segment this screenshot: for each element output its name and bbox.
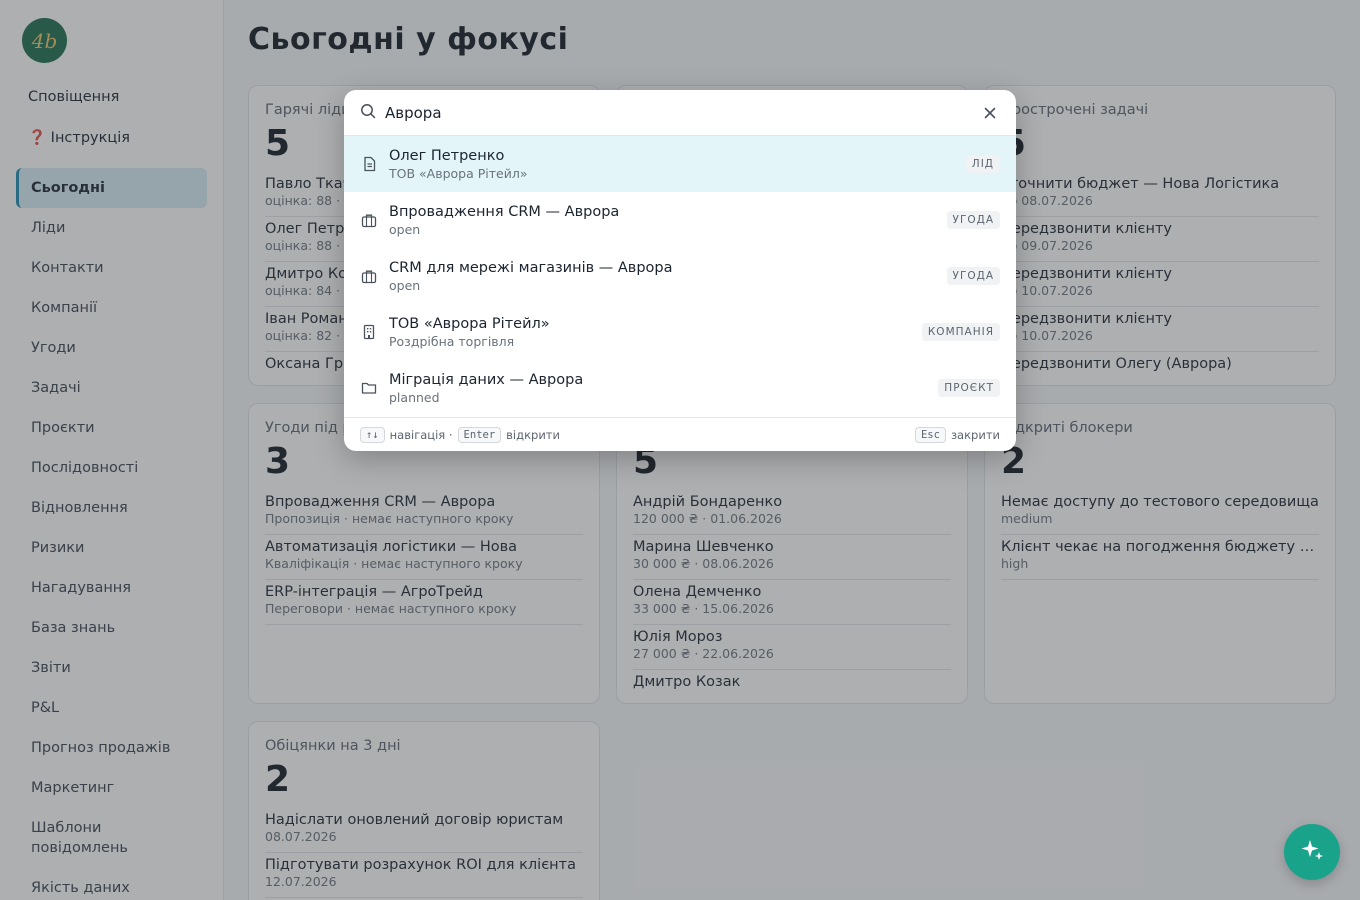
folder-icon (360, 379, 378, 397)
result-text: ТОВ «Аврора Рітейл» Роздрібна торгівля (389, 316, 922, 349)
result-text: Олег Петренко ТОВ «Аврора Рітейл» (389, 148, 966, 181)
palette-result-item[interactable]: ТОВ «Аврора Рітейл» Роздрібна торгівля КОМ… (344, 304, 1016, 360)
result-title: CRM для мережі магазинів — Аврора (389, 259, 673, 276)
result-title: ТОВ «Аврора Рітейл» (389, 315, 550, 332)
result-subtitle: open (389, 277, 421, 293)
result-subtitle: Роздрібна торгівля (389, 333, 515, 349)
result-title: Олег Петренко (389, 147, 505, 164)
palette-result-item[interactable]: Впровадження CRM — Аврора open УГОДА (344, 192, 1016, 248)
result-title: Міграція даних — Аврора (389, 371, 584, 388)
result-text: Міграція даних — Аврора planned (389, 372, 938, 405)
type-badge: КОМПАНІЯ (921, 323, 1000, 341)
palette-results: Олег Петренко ТОВ «Аврора Рітейл» ЛІД Впров… (344, 136, 1016, 416)
palette-result-item[interactable]: CRM для мережі магазинів — Аврора open УГО… (344, 248, 1016, 304)
close-icon[interactable] (980, 103, 1000, 123)
briefcase-icon (360, 211, 378, 229)
palette-result-item[interactable]: Олег Петренко ТОВ «Аврора Рітейл» ЛІД (344, 136, 1016, 192)
type-badge: ПРОЄКТ (938, 379, 1000, 397)
result-text: Впровадження CRM — Аврора open (389, 204, 947, 237)
search-icon (360, 103, 376, 123)
palette-footer: ↑↓ навігація · Enter відкрити Esc закрит… (344, 417, 1016, 451)
nav-key-hint: ↑↓ (360, 426, 385, 443)
result-title: Впровадження CRM — Аврора (389, 203, 620, 220)
type-badge: УГОДА (946, 267, 1000, 285)
command-palette: Олег ПетренкоТОВ «Аврора Рітейл»ЛІДВпров… (344, 90, 1016, 451)
enter-key-hint: Enter (457, 426, 502, 443)
open-hint-label: відкрити (506, 427, 560, 442)
result-subtitle: ТОВ «Аврора Рітейл» (389, 165, 528, 181)
result-subtitle: open (389, 221, 421, 237)
briefcase-icon (360, 267, 378, 285)
esc-key-hint: Esc (914, 426, 946, 443)
nav-hint-label: навігація · (389, 427, 453, 442)
close-hint-label: закрити (950, 427, 1000, 442)
result-text: CRM для мережі магазинів — Аврора open (389, 260, 947, 293)
result-subtitle: planned (389, 389, 440, 405)
type-badge: УГОДА (946, 211, 1000, 229)
sparkles-icon (1299, 837, 1325, 867)
type-badge: ЛІД (965, 155, 1000, 173)
palette-search-bar (344, 90, 1016, 136)
building-icon (360, 323, 378, 341)
document-icon (360, 155, 378, 173)
palette-search-input[interactable] (385, 103, 980, 122)
palette-result-item[interactable]: Міграція даних — Аврора planned ПРОЄКТ (344, 360, 1016, 416)
ai-assistant-button[interactable] (1284, 824, 1340, 880)
